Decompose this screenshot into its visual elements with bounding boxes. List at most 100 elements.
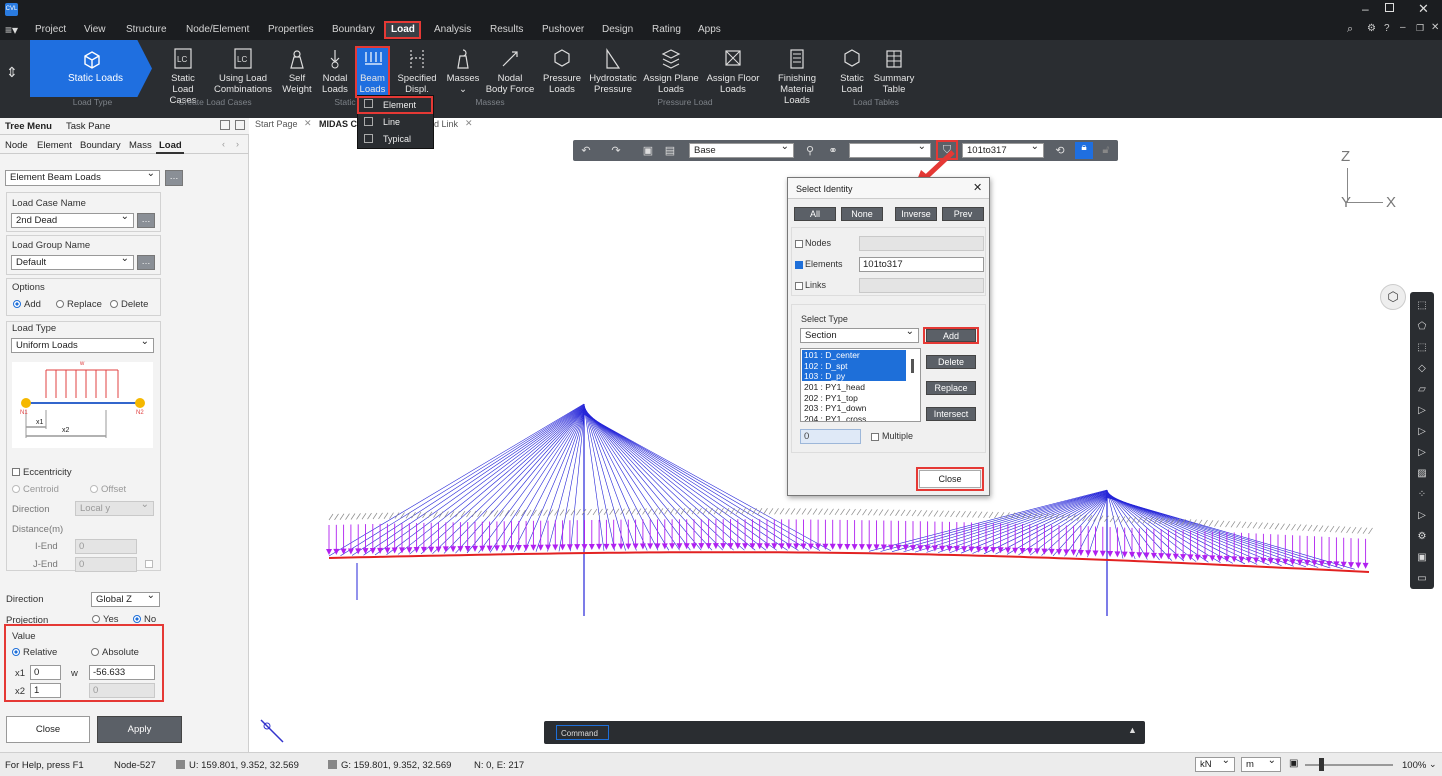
eccentricity-checkbox[interactable]: [12, 468, 20, 476]
refresh-icon[interactable]: ⟲: [1053, 144, 1067, 158]
command-input[interactable]: Command: [556, 725, 609, 740]
hydrostatic-pressure-button[interactable]: Hydrostatic Pressure: [587, 48, 639, 95]
load-group-more-button[interactable]: …: [137, 255, 155, 270]
subtab-boundary[interactable]: Boundary: [80, 140, 121, 151]
menu-apps[interactable]: Apps: [698, 24, 721, 35]
dialog-close-button[interactable]: Close: [919, 470, 981, 488]
base-select[interactable]: Base: [689, 141, 794, 158]
centroid-radio[interactable]: [12, 485, 20, 493]
menu-rating[interactable]: Rating: [652, 24, 681, 35]
load-type-select[interactable]: Uniform Loads: [11, 336, 154, 353]
iend-input[interactable]: 0: [75, 539, 137, 554]
menu-results[interactable]: Results: [490, 24, 523, 35]
select-intersect-icon[interactable]: ⬚: [1413, 339, 1431, 357]
select-property-icon[interactable]: ▷: [1413, 402, 1431, 420]
x2-w-input[interactable]: 0: [89, 683, 155, 698]
minimize-icon[interactable]: –: [1362, 2, 1369, 16]
list-scrollbar[interactable]: [911, 359, 914, 373]
inverse-button[interactable]: Inverse: [895, 207, 937, 221]
close-button[interactable]: Close: [6, 716, 90, 743]
hamburger-menu-icon[interactable]: ≡▾: [5, 23, 18, 37]
menu-properties[interactable]: Properties: [268, 24, 314, 35]
w-input[interactable]: -56.633: [89, 665, 155, 680]
close-window-icon[interactable]: ✕: [1418, 1, 1429, 17]
option-add-radio[interactable]: [13, 300, 21, 308]
links-input[interactable]: [859, 278, 984, 293]
ribbon-close-icon[interactable]: ✕: [1431, 22, 1439, 33]
display-icon[interactable]: ▣: [1413, 549, 1431, 567]
menu-node-element[interactable]: Node/Element: [186, 24, 249, 35]
undo-icon[interactable]: ↶: [579, 144, 593, 158]
tab-link[interactable]: d Link: [434, 119, 458, 129]
finishing-material-loads-button[interactable]: Finishing Material Loads: [766, 48, 828, 106]
pressure-loads-button[interactable]: Pressure Loads: [541, 48, 583, 95]
ribbon-minimize-icon[interactable]: –: [1400, 22, 1406, 33]
nodes-checkbox[interactable]: [795, 240, 803, 248]
nodes-input[interactable]: [859, 236, 984, 251]
select-plane-icon[interactable]: ◇: [1413, 360, 1431, 378]
subtab-mass[interactable]: Mass: [129, 140, 152, 151]
multiple-checkbox[interactable]: [871, 433, 879, 441]
list-item[interactable]: 201 : PY1_head: [804, 382, 866, 393]
zoom-slider-thumb[interactable]: [1319, 758, 1324, 771]
tab-tree-menu[interactable]: Tree Menu: [5, 121, 52, 132]
static-loads-tab[interactable]: Static Loads: [30, 40, 152, 97]
delete-button[interactable]: Delete: [926, 355, 976, 369]
select-volume-icon[interactable]: ▱: [1413, 381, 1431, 399]
load-case-select[interactable]: 2nd Dead: [11, 211, 134, 228]
dialog-close-icon[interactable]: ✕: [973, 181, 982, 194]
nodal-body-force-button[interactable]: Nodal Body Force: [485, 48, 535, 95]
prev-tab-icon[interactable]: ‹: [222, 139, 225, 149]
range-select[interactable]: 101to317: [962, 141, 1044, 158]
select-polygon-icon[interactable]: ⬠: [1413, 318, 1431, 336]
tab-midas-model[interactable]: MIDAS C: [319, 119, 357, 129]
none-button[interactable]: None: [841, 207, 883, 221]
menu-view[interactable]: View: [84, 24, 106, 35]
assign-floor-loads-button[interactable]: Assign Floor Loads: [704, 48, 762, 95]
node-icon[interactable]: ⚭: [826, 144, 840, 158]
relative-radio[interactable]: [12, 648, 20, 656]
projection-yes-radio[interactable]: [92, 615, 100, 623]
option-delete-radio[interactable]: [110, 300, 118, 308]
display-toggle-icon[interactable]: ▣: [1289, 758, 1298, 769]
load-function-select[interactable]: Element Beam Loads: [5, 168, 160, 186]
summary-table-button[interactable]: Summary Table: [873, 48, 915, 95]
select-element-icon[interactable]: ▷: [1413, 507, 1431, 525]
elements-checkbox[interactable]: [795, 261, 803, 269]
option-replace-radio[interactable]: [56, 300, 64, 308]
self-weight-button[interactable]: Self Weight: [280, 48, 314, 95]
query-icon[interactable]: ⚙: [1413, 528, 1431, 546]
links-checkbox[interactable]: [795, 282, 803, 290]
absolute-radio[interactable]: [91, 648, 99, 656]
link-tab-close-icon[interactable]: ✕: [465, 118, 473, 129]
function-more-button[interactable]: …: [165, 170, 183, 186]
panel-layout-icon[interactable]: [220, 120, 230, 130]
ribbon-restore-icon[interactable]: ❐: [1416, 23, 1424, 34]
select-window-icon[interactable]: ⬚: [1413, 297, 1431, 315]
restore-icon[interactable]: [1385, 3, 1394, 12]
projection-no-radio[interactable]: [133, 615, 141, 623]
tab-start-page[interactable]: Start Page: [255, 119, 298, 129]
prev-button[interactable]: Prev: [942, 207, 984, 221]
layout-toggle-icon[interactable]: ⇕: [6, 64, 18, 81]
model-viewport[interactable]: Start Page ✕ MIDAS C d Link ✕ ↶ ↷ ▣ ▤ Ba…: [249, 118, 1442, 752]
specified-displ-button[interactable]: Specified Displ.: [396, 48, 438, 95]
search-icon[interactable]: ⌕: [1347, 23, 1353, 36]
section-list[interactable]: 101 : D_center 102 : D_spt 103 : D_py 20…: [800, 348, 921, 422]
screen-icon[interactable]: ▭: [1413, 570, 1431, 588]
subtab-load[interactable]: Load: [156, 138, 184, 154]
menu-design[interactable]: Design: [602, 24, 633, 35]
select-type-select[interactable]: Section: [800, 326, 919, 343]
force-unit-select[interactable]: kN: [1195, 755, 1235, 772]
list-item[interactable]: 203 : PY1_down: [804, 403, 866, 414]
x2-input[interactable]: 1: [30, 683, 61, 698]
jend-checkbox[interactable]: [145, 560, 153, 568]
menu-analysis[interactable]: Analysis: [434, 24, 471, 35]
apply-button[interactable]: Apply: [97, 716, 182, 743]
select-previous-icon[interactable]: ▷: [1413, 444, 1431, 462]
assign-plane-loads-button[interactable]: Assign Plane Loads: [643, 48, 699, 95]
list-item[interactable]: 204 : PY1_cross: [804, 414, 866, 422]
masses-button[interactable]: Masses ⌄: [445, 48, 481, 95]
tab-task-pane[interactable]: Task Pane: [66, 121, 110, 132]
intersect-button[interactable]: Intersect: [926, 407, 976, 421]
